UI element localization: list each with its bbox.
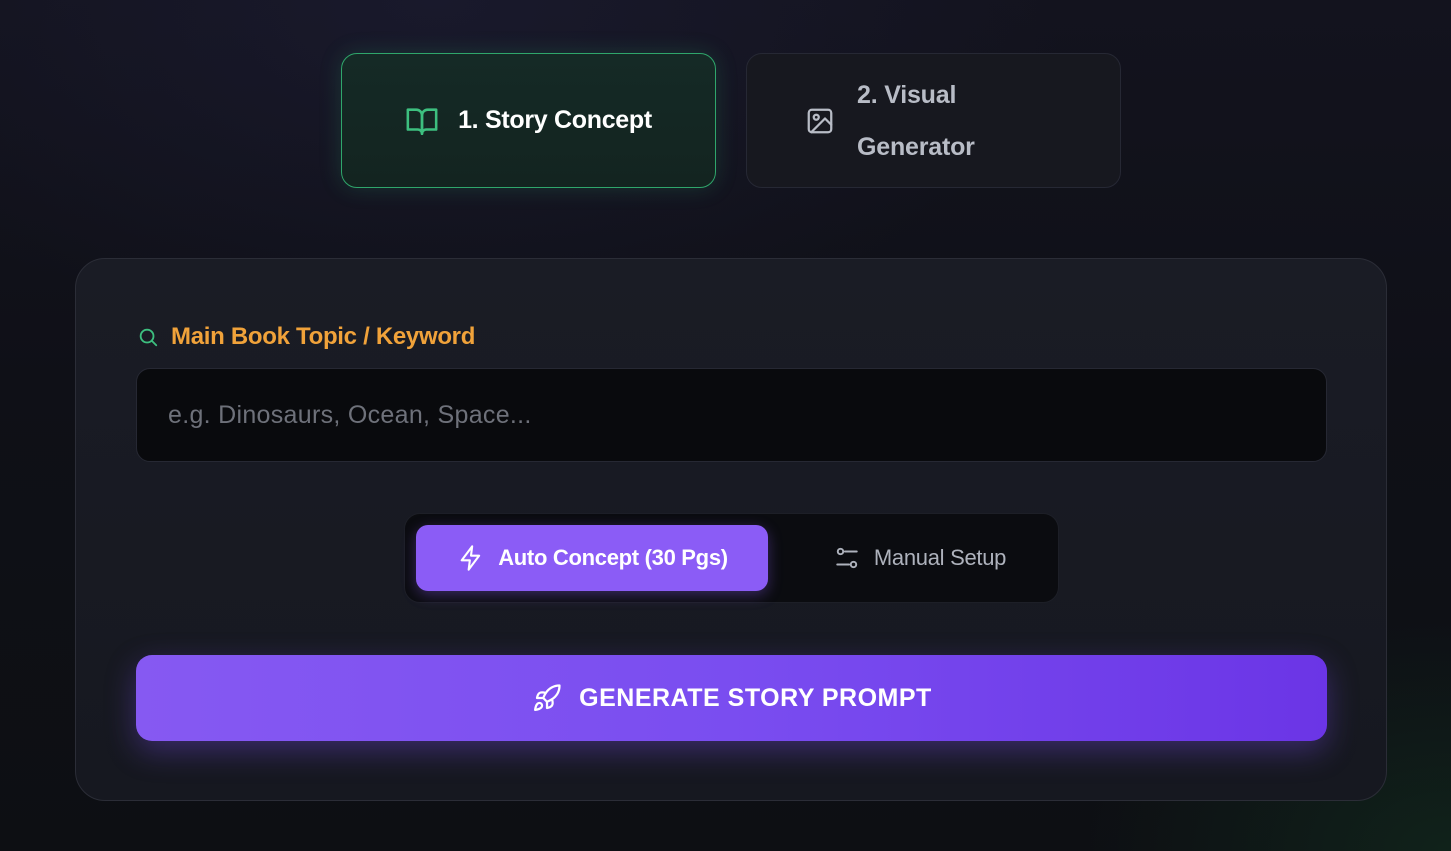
mode-toggle: Auto Concept (30 Pgs) Manual Setup <box>404 513 1059 603</box>
topic-input[interactable] <box>136 368 1327 462</box>
auto-concept-label: Auto Concept (30 Pgs) <box>498 545 728 570</box>
generate-story-prompt-button[interactable]: GENERATE STORY PROMPT <box>136 655 1327 741</box>
tab-story-concept-label: 1. Story Concept <box>458 106 652 134</box>
rocket-icon <box>531 682 563 714</box>
search-icon <box>137 326 159 348</box>
image-icon <box>803 104 837 138</box>
topic-label-text: Main Book Topic / Keyword <box>171 323 476 350</box>
tab-visual-generator-label: 2. Visual Generator <box>857 80 975 161</box>
lightning-icon <box>456 543 486 573</box>
sliders-icon <box>832 543 862 573</box>
auto-concept-button[interactable]: Auto Concept (30 Pgs) <box>416 525 768 591</box>
tab-visual-generator[interactable]: 2. Visual Generator <box>746 53 1121 188</box>
story-concept-card: Main Book Topic / Keyword Auto Concept (… <box>75 258 1387 801</box>
book-open-icon <box>405 104 439 138</box>
manual-setup-label: Manual Setup <box>873 545 1007 570</box>
generate-button-label: GENERATE STORY PROMPT <box>579 683 932 712</box>
manual-setup-button[interactable]: Manual Setup <box>790 525 1048 591</box>
tab-story-concept[interactable]: 1. Story Concept <box>341 53 716 188</box>
topic-field-label: Main Book Topic / Keyword <box>137 323 475 351</box>
